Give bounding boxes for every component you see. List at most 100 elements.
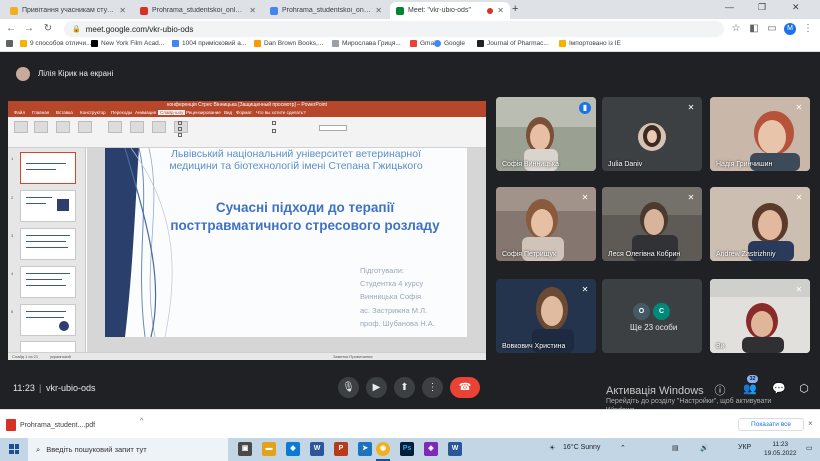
word-icon[interactable]: W [448, 442, 462, 456]
slide-thumbnail[interactable] [20, 190, 76, 222]
microphone-button[interactable]: 🎙 [338, 377, 359, 398]
ribbon-button[interactable] [152, 121, 166, 133]
photoshop-icon[interactable]: Ps [400, 442, 414, 456]
menu-item[interactable]: Вид [224, 110, 232, 115]
slide-thumbnail[interactable] [20, 304, 76, 336]
chat-icon[interactable]: 💬 [772, 382, 786, 395]
close-download-shelf-icon[interactable]: × [808, 419, 813, 428]
bookmark-google[interactable]: Google [434, 40, 465, 47]
powerpoint-icon[interactable]: P [334, 442, 348, 456]
ribbon-button[interactable] [130, 121, 144, 133]
ribbon-button[interactable] [56, 121, 70, 133]
new-tab-button[interactable]: + [512, 3, 518, 15]
back-icon[interactable]: ← [5, 23, 17, 34]
ribbon-checkbox[interactable] [178, 133, 182, 137]
menu-item-active[interactable]: Слайд-шоу [158, 110, 186, 115]
participant-tile-more[interactable]: О С Ще 23 особи [602, 279, 702, 353]
menu-item[interactable]: Главная [32, 110, 49, 115]
star-icon[interactable]: ☆ [730, 23, 742, 34]
bookmark-item[interactable]: 1004 примісковий а... [172, 40, 246, 47]
notes-status[interactable]: Заметки Примечания [333, 354, 373, 359]
slide-thumbnail[interactable] [20, 228, 76, 260]
ribbon-button[interactable] [34, 121, 48, 133]
tray-chevron-icon[interactable]: ⌃ [620, 444, 626, 452]
download-item[interactable]: Prohrama_student....pdf [6, 419, 95, 431]
bookmark-gmail[interactable]: Gmail [410, 40, 437, 47]
ribbon-checkbox[interactable] [178, 127, 182, 131]
activities-icon[interactable]: ⬡ [798, 382, 810, 395]
windows-start-icon[interactable] [9, 444, 19, 454]
weather-text[interactable]: 16°C Sunny [563, 444, 600, 451]
bookmark-item[interactable]: Journal of Pharmac... [477, 40, 549, 47]
close-icon[interactable]: ✕ [497, 6, 504, 15]
taskbar-search[interactable]: ⌕ Введіть пошуковий запит тут [28, 438, 228, 461]
bookmark-folder[interactable]: Імпортовано із IE [559, 40, 621, 47]
app-icon[interactable]: ◈ [424, 442, 438, 456]
taskbar-clock[interactable]: 11:23 19.05.2022 [764, 440, 797, 458]
window-close-icon[interactable]: ✕ [792, 2, 800, 13]
menu-item[interactable]: Файл [14, 110, 25, 115]
menu-item[interactable]: Вставка [56, 110, 73, 115]
info-icon[interactable]: ⓘ [714, 382, 726, 398]
menu-item[interactable]: Формат [236, 110, 252, 115]
extension-icon[interactable]: ◧ [748, 23, 760, 34]
volume-icon[interactable]: 🔊 [700, 444, 709, 452]
task-view-icon[interactable]: ▣ [238, 442, 252, 456]
browser-tab-1[interactable]: Привітання учасникам студент ✕ [4, 2, 132, 19]
word-icon[interactable]: W [310, 442, 324, 456]
end-call-button[interactable]: ☎ [450, 377, 480, 398]
participant-tile[interactable]: ✕ Вовкович Христина [496, 279, 596, 353]
maximize-icon[interactable]: ❐ [758, 2, 766, 13]
menu-item[interactable]: Переходы [111, 110, 132, 115]
people-icon[interactable]: 👥 [743, 382, 757, 395]
bookmark-item[interactable]: Мирослава Гриця... [332, 40, 401, 47]
self-view-tile[interactable]: ✕ Ви [710, 279, 810, 353]
show-all-downloads-button[interactable]: Показати все [738, 418, 804, 431]
close-icon[interactable]: ✕ [119, 6, 126, 15]
participant-tile[interactable]: ✕ Andrew Zastrizhniy [710, 187, 810, 261]
input-language[interactable]: УКР [738, 444, 751, 451]
bookmark-item[interactable]: Dan Brown Books,... [254, 40, 323, 47]
present-screen-button[interactable]: ⬆ [394, 377, 415, 398]
participant-tile[interactable]: ✕ Софія Петрищук [496, 187, 596, 261]
weather-icon[interactable]: ☀ [549, 444, 555, 452]
telegram-icon[interactable]: ➤ [358, 442, 372, 456]
minimize-icon[interactable]: — [725, 2, 734, 12]
notification-icon[interactable]: ▭ [806, 444, 813, 452]
file-explorer-icon[interactable]: ▬ [262, 442, 276, 456]
close-icon[interactable]: ✕ [249, 6, 256, 15]
menu-kebab-icon[interactable]: ⋮ [802, 23, 814, 34]
ribbon-checkbox[interactable] [178, 121, 182, 125]
omnibox[interactable]: 🔒 meet.google.com/vkr-ubio-ods [64, 21, 724, 37]
participant-tile[interactable]: ✕ Леся Олегівна Кобрин [602, 187, 702, 261]
network-icon[interactable]: ▤ [672, 444, 679, 452]
ribbon-button[interactable] [78, 121, 92, 133]
profile-avatar[interactable]: M [784, 23, 796, 35]
store-icon[interactable]: ◆ [286, 442, 300, 456]
browser-tab-2[interactable]: Prohrama_studentskoi_onlain-ko ✕ [134, 2, 262, 19]
menu-item[interactable]: Рецензирование [186, 110, 221, 115]
participant-tile[interactable]: ▮ Софія Винницька [496, 97, 596, 171]
download-menu-chevron-icon[interactable]: ^ [140, 418, 143, 425]
close-icon[interactable]: ✕ [375, 6, 382, 15]
browser-tab-meet[interactable]: Meet: "vkr-ubio-ods" ✕ [390, 2, 510, 19]
lock-icon[interactable]: 🔒 [72, 25, 81, 33]
participant-tile[interactable]: ✕ Надія Гринчишин [710, 97, 810, 171]
slide-thumbnail[interactable] [20, 266, 76, 298]
bookmark-apps[interactable] [6, 40, 13, 47]
reload-icon[interactable]: ↻ [42, 23, 54, 34]
ribbon-button[interactable] [108, 121, 122, 133]
camera-button[interactable]: ▶ [366, 377, 387, 398]
bookmark-item[interactable]: New York Film Acad... [91, 40, 164, 47]
ribbon-dropdown[interactable] [319, 125, 347, 131]
ribbon-checkbox[interactable] [272, 121, 276, 125]
chrome-icon[interactable]: ◉ [376, 442, 390, 456]
participant-tile[interactable]: ✕ Julia Daniv [602, 97, 702, 171]
bookmark-item[interactable]: 9 способов отличи... [20, 40, 92, 47]
menu-item[interactable]: Что вы хотите сделать? [256, 110, 306, 115]
browser-tab-3[interactable]: Prohrama_studentskoi_onlain-ko ✕ [264, 2, 388, 19]
ribbon-checkbox[interactable] [272, 129, 276, 133]
more-options-button[interactable]: ⋮ [422, 377, 443, 398]
forward-icon[interactable]: → [23, 23, 35, 34]
cast-icon[interactable]: ▭ [766, 23, 778, 34]
